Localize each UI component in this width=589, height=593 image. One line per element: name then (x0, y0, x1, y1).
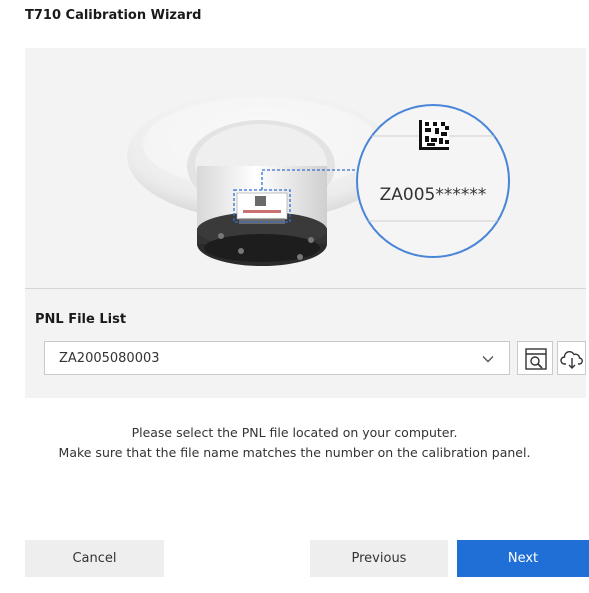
serial-callout: ZA005****** (356, 104, 510, 258)
cloud-download-icon (560, 350, 583, 369)
data-matrix-code (419, 120, 449, 150)
download-file-button[interactable] (557, 341, 586, 375)
instruction-line-1: Please select the PNL file located on yo… (131, 425, 458, 440)
instruction-line-2: Make sure that the file name matches the… (58, 445, 531, 460)
previous-button[interactable]: Previous (310, 540, 448, 577)
instructions: Please select the PNL file located on yo… (0, 423, 589, 463)
content-panel: ZA005****** PNL File List ZA2005080003 (25, 48, 586, 398)
next-button[interactable]: Next (457, 540, 589, 577)
pnl-file-dropdown[interactable]: ZA2005080003 (44, 341, 510, 375)
browse-file-button[interactable] (517, 341, 553, 375)
panel-divider (25, 288, 586, 289)
pnl-file-list-label: PNL File List (35, 312, 127, 327)
window-title: T710 Calibration Wizard (25, 8, 202, 23)
cancel-button[interactable]: Cancel (25, 540, 164, 577)
pnl-selected-value: ZA2005080003 (59, 351, 160, 366)
chevron-down-icon (482, 356, 494, 363)
device-illustration: ZA005****** (127, 92, 510, 266)
search-file-icon (525, 348, 547, 370)
calibration-wizard: T710 Calibration Wizard ZA005****** PNL … (0, 0, 589, 593)
serial-number-label: ZA005****** (380, 185, 487, 205)
